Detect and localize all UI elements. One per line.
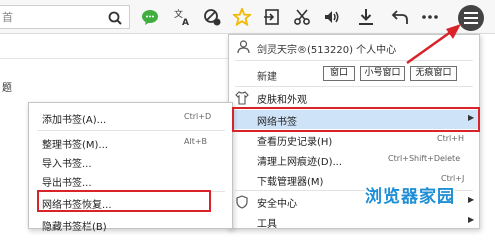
menu-item-tools[interactable]: 工具 ▶ [229, 212, 479, 231]
submenu-item-label: 整理书签(M)... [42, 140, 108, 151]
star-icon[interactable] [232, 7, 252, 27]
new-alt-window-button[interactable]: 小号窗口 [360, 66, 405, 81]
annotation-arrow-icon [406, 24, 461, 65]
submenu-item-label: 导入书签... [42, 159, 92, 170]
user-icon [237, 40, 250, 53]
highlight-box-web-bookmarks [232, 107, 480, 132]
export-icon[interactable] [262, 7, 282, 27]
new-window-button[interactable]: 窗口 [323, 66, 355, 81]
new-incognito-window-button[interactable]: 无痕窗口 [410, 66, 457, 81]
submenu-item-hide-bookmark-bar[interactable]: 隐藏书签栏(B) [29, 215, 232, 233]
menu-item-label: 下载管理器(M) [257, 177, 324, 188]
scissors-icon[interactable] [292, 7, 312, 27]
menu-item-skin[interactable]: 皮肤和外观 [229, 88, 479, 107]
submenu-item-label: 添加书签(A)... [42, 115, 107, 126]
menu-divider [235, 86, 473, 87]
menu-item-label: 查看历史记录(H) [257, 137, 333, 148]
svg-text:A: A [182, 18, 189, 26]
address-bar[interactable]: 首 [0, 5, 130, 29]
submenu-item-export-bookmarks[interactable]: 导出书签... [29, 171, 232, 189]
menu-item-label: 工具 [257, 219, 277, 230]
download-icon[interactable] [356, 7, 376, 27]
block-icon[interactable] [202, 7, 222, 27]
translate-icon[interactable]: 文A [172, 7, 192, 27]
submenu-item-shortcut: Ctrl+D [184, 112, 212, 121]
submenu-arrow-icon: ▶ [468, 215, 475, 224]
speaker-icon[interactable] [322, 7, 342, 27]
menu-item-label: 安全中心 [257, 199, 297, 210]
shirt-icon [235, 91, 249, 105]
user-center-label: 剑灵天宗®(513220) 个人中心 [257, 45, 397, 56]
menu-item-clear-traces[interactable]: 清理上网痕迹(D)... Ctrl+Shift+Delete [229, 150, 479, 169]
menu-item-label: 皮肤和外观 [257, 95, 307, 106]
address-bar-text: 首 [2, 11, 13, 24]
watermark-logo: 浏览器家园 [365, 187, 455, 207]
page-divider [0, 58, 240, 59]
search-icon[interactable] [107, 10, 125, 26]
menu-item-history[interactable]: 查看历史记录(H) Ctrl+H [229, 130, 479, 149]
submenu-item-shortcut: Alt+B [184, 137, 208, 146]
menu-item-shortcut: Ctrl+H [437, 134, 464, 143]
submenu-item-label: 隐藏书签栏(B) [42, 222, 107, 233]
chat-icon[interactable] [140, 7, 160, 27]
menu-item-shortcut: Ctrl+Shift+Delete [388, 154, 461, 163]
submenu-arrow-icon: ▶ [468, 195, 475, 204]
highlight-box-restore-bookmarks [37, 190, 211, 212]
new-label: 新建 [257, 72, 277, 83]
new-window-row: 新建 窗口 小号窗口 无痕窗口 [229, 63, 479, 85]
page-text-fragment: 题 [2, 83, 12, 94]
shield-icon [236, 195, 248, 209]
submenu-item-organize-bookmarks[interactable]: 整理书签(M)... Alt+B [29, 133, 232, 151]
submenu-item-import-bookmarks[interactable]: 导入书签... [29, 152, 232, 170]
submenu-item-label: 导出书签... [42, 178, 92, 189]
submenu-item-add-bookmark[interactable]: 添加书签(A)... Ctrl+D [29, 108, 232, 126]
menu-item-label: 清理上网痕迹(D)... [257, 157, 343, 168]
menu-divider [37, 130, 225, 131]
